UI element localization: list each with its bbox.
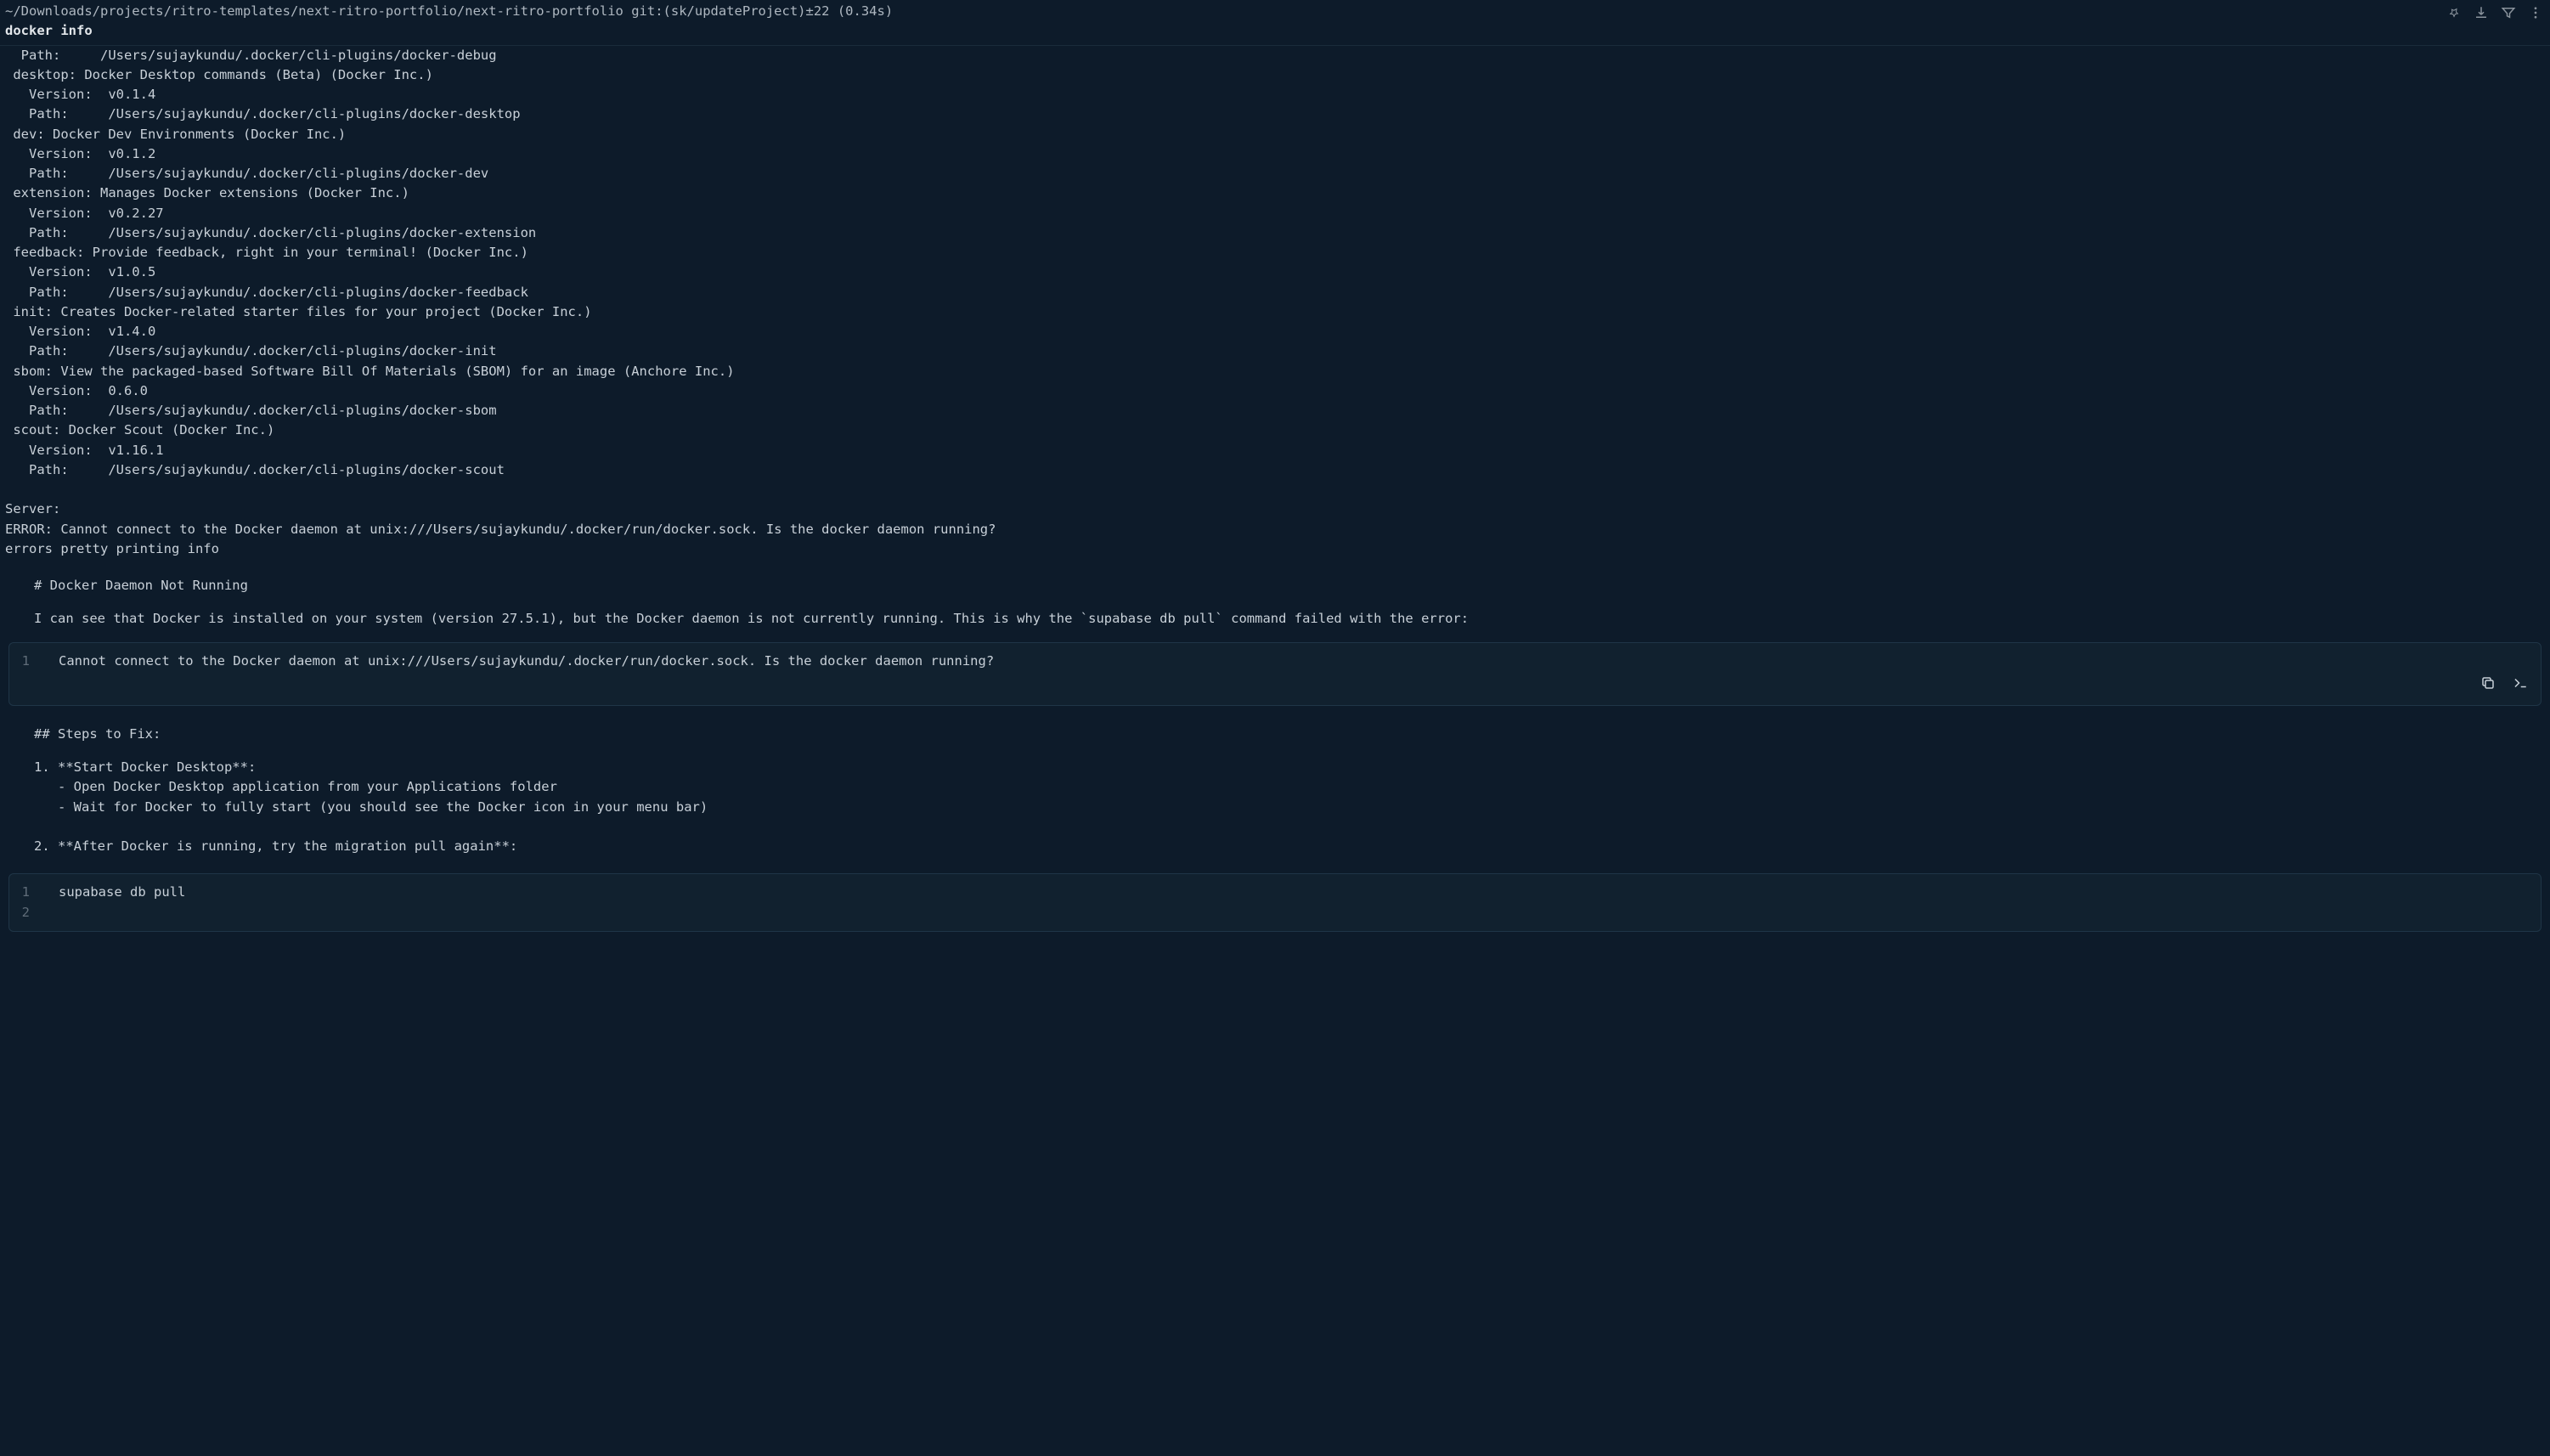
response-paragraph: I can see that Docker is installed on yo…: [34, 609, 2516, 628]
terminal-line: [5, 480, 2545, 499]
steps-section: ## Steps to Fix: 1. **Start Docker Deskt…: [0, 721, 2550, 864]
pin-icon[interactable]: [2446, 5, 2462, 26]
header-left: ~/Downloads/projects/ritro-templates/nex…: [5, 2, 2446, 42]
download-icon[interactable]: [2474, 5, 2489, 26]
terminal-line: desktop: Docker Desktop commands (Beta) …: [5, 65, 2545, 85]
terminal-line: Path: /Users/sujaykundu/.docker/cli-plug…: [5, 223, 2545, 243]
code-row: 1 Cannot connect to the Docker daemon at…: [21, 652, 2529, 671]
terminal-line: errors pretty printing info: [5, 539, 2545, 559]
terminal-line: Version: v0.2.27: [5, 204, 2545, 223]
code-text: Cannot connect to the Docker daemon at u…: [59, 652, 994, 671]
terminal-line: ERROR: Cannot connect to the Docker daem…: [5, 520, 2545, 539]
step-line: 2. **After Docker is running, try the mi…: [34, 837, 2516, 856]
step-line: - Wait for Docker to fully start (you sh…: [34, 798, 2516, 817]
header-toolbar: [2446, 2, 2543, 26]
code-block-error: 1 Cannot connect to the Docker daemon at…: [8, 642, 2542, 706]
steps-body: 1. **Start Docker Desktop**: - Open Dock…: [34, 758, 2516, 856]
terminal-line: Version: v1.0.5: [5, 262, 2545, 282]
step-line: - Open Docker Desktop application from y…: [34, 777, 2516, 797]
terminal-line: init: Creates Docker-related starter fil…: [5, 302, 2545, 322]
terminal-line: Path: /Users/sujaykundu/.docker/cli-plug…: [5, 104, 2545, 124]
inline-code: `supabase db pull`: [1080, 611, 1223, 626]
steps-heading: ## Steps to Fix:: [34, 725, 2516, 744]
more-icon[interactable]: [2528, 5, 2543, 26]
terminal-line: Version: v1.4.0: [5, 322, 2545, 341]
command: docker info: [5, 21, 2446, 41]
terminal-header: ~/Downloads/projects/ritro-templates/nex…: [0, 0, 2550, 42]
terminal-line: Version: v1.16.1: [5, 441, 2545, 460]
code-row: 1supabase db pull: [21, 883, 2529, 902]
terminal-line: Version: v0.1.4: [5, 85, 2545, 104]
terminal-line: Version: 0.6.0: [5, 381, 2545, 401]
terminal-line: extension: Manages Docker extensions (Do…: [5, 183, 2545, 203]
response-heading: # Docker Daemon Not Running: [34, 576, 2516, 595]
paragraph-post: command failed with the error:: [1223, 611, 1469, 626]
code-block-command: 1supabase db pull2: [8, 873, 2542, 932]
code-actions: [2479, 675, 2529, 697]
terminal-line: Version: v0.1.2: [5, 144, 2545, 164]
copy-icon[interactable]: [2479, 675, 2496, 697]
terminal-line: Server:: [5, 499, 2545, 519]
line-number: 2: [21, 903, 59, 923]
line-number: 1: [21, 652, 59, 671]
step-line: 1. **Start Docker Desktop**:: [34, 758, 2516, 777]
terminal-line: Path: /Users/sujaykundu/.docker/cli-plug…: [5, 283, 2545, 302]
terminal-line: Path: /Users/sujaykundu/.docker/cli-plug…: [5, 401, 2545, 420]
terminal-line: Path: /Users/sujaykundu/.docker/cli-plug…: [5, 164, 2545, 183]
code-text: [59, 903, 66, 923]
terminal-line: scout: Docker Scout (Docker Inc.): [5, 420, 2545, 440]
terminal-line: feedback: Provide feedback, right in you…: [5, 243, 2545, 262]
cwd-path: ~/Downloads/projects/ritro-templates/nex…: [5, 2, 2446, 21]
terminal-line: dev: Docker Dev Environments (Docker Inc…: [5, 125, 2545, 144]
paragraph-pre: I can see that Docker is installed on yo…: [34, 611, 1080, 626]
code-text: supabase db pull: [59, 883, 185, 902]
terminal-prompt-icon[interactable]: [2512, 675, 2529, 697]
step-line: [34, 817, 2516, 837]
code-row: 2: [21, 903, 2529, 923]
terminal-line: Path: /Users/sujaykundu/.docker/cli-plug…: [5, 341, 2545, 361]
terminal-line: Path: /Users/sujaykundu/.docker/cli-plug…: [5, 460, 2545, 480]
terminal-line: Path: /Users/sujaykundu/.docker/cli-plug…: [5, 46, 2545, 65]
filter-icon[interactable]: [2501, 5, 2516, 26]
terminal-output: Path: /Users/sujaykundu/.docker/cli-plug…: [0, 46, 2550, 570]
terminal-line: sbom: View the packaged-based Software B…: [5, 362, 2545, 381]
assistant-response: # Docker Daemon Not Running I can see th…: [0, 569, 2550, 632]
line-number: 1: [21, 883, 59, 902]
